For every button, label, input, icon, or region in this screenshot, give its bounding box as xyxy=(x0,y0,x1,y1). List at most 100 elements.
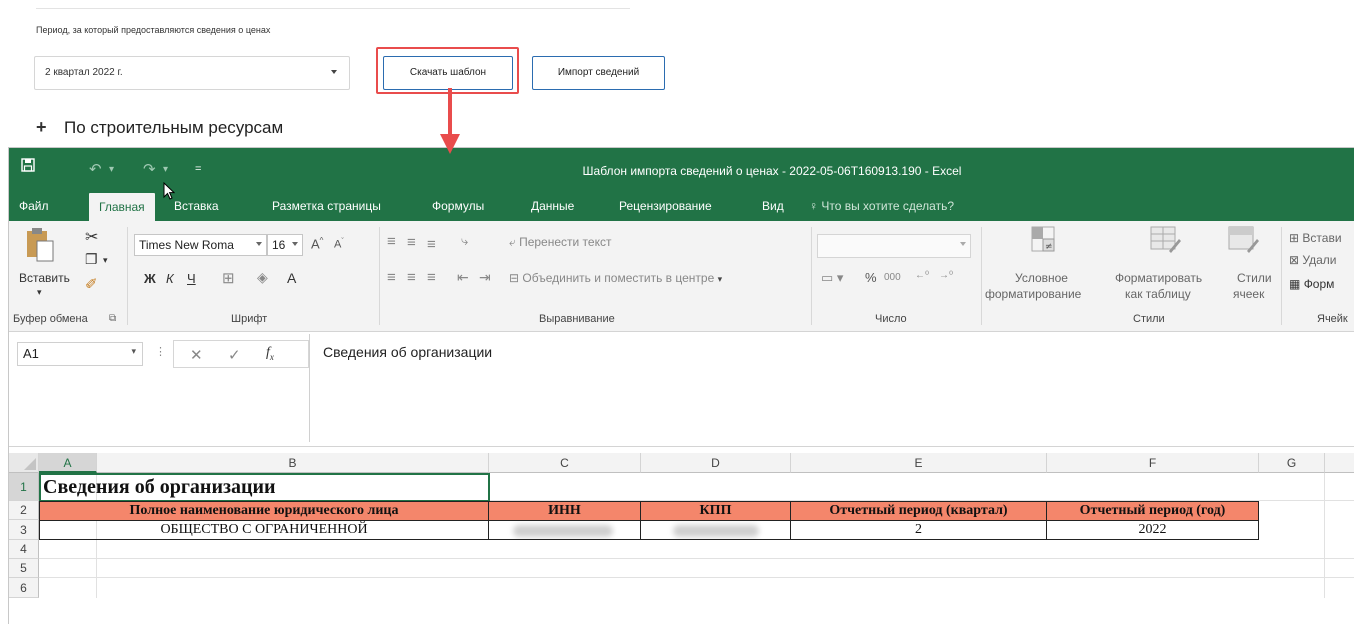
format-cells-icon: ▦ xyxy=(1289,277,1301,291)
tell-me-box[interactable]: ♀ Что вы хотите сделать? xyxy=(809,199,954,213)
format-as-table-icon[interactable] xyxy=(1149,225,1183,255)
header-full-name[interactable]: Полное наименование юридического лица xyxy=(39,501,489,521)
wrap-text-button[interactable]: ⤶ Перенести текст xyxy=(509,235,611,250)
borders-icon[interactable]: ⊞ xyxy=(222,269,235,287)
cancel-icon[interactable]: ✕ xyxy=(190,346,203,364)
align-top-icon[interactable]: ≡ xyxy=(387,233,396,250)
cell-styles-line1[interactable]: Стили xyxy=(1237,271,1272,285)
header-inn[interactable]: ИНН xyxy=(488,501,641,521)
dialog-launcher-icon[interactable]: ⧉ xyxy=(109,313,116,324)
font-size-value: 16 xyxy=(272,238,286,252)
font-size-select[interactable]: 16 xyxy=(267,234,303,256)
enter-icon[interactable]: ✓ xyxy=(228,346,241,364)
header-year[interactable]: Отчетный период (год) xyxy=(1046,501,1259,521)
spreadsheet-grid: A B C D E F G 1 2 3 4 5 6 Сведения об ор… xyxy=(9,453,1354,624)
tab-data[interactable]: Данные xyxy=(531,199,574,213)
merge-center-button[interactable]: ⊟ Объединить и поместить в центре ▾ xyxy=(509,271,722,285)
accounting-format-icon[interactable]: ▭ ▾ xyxy=(821,270,843,286)
name-box[interactable]: A1 ▾ xyxy=(17,342,143,366)
chevron-down-icon xyxy=(960,242,966,246)
header-quarter[interactable]: Отчетный период (квартал) xyxy=(790,501,1047,521)
column-header-next[interactable] xyxy=(1325,453,1354,473)
font-name-select[interactable]: Times New Roma xyxy=(134,234,267,256)
insert-cells-button[interactable]: ⊞ Встави xyxy=(1289,231,1342,245)
paste-button-label[interactable]: Вставить xyxy=(19,271,70,285)
tab-review[interactable]: Рецензирование xyxy=(619,199,712,213)
paste-icon[interactable] xyxy=(23,227,59,263)
insert-function-icon[interactable]: fx xyxy=(266,345,274,362)
period-label: Период, за который предоставляются сведе… xyxy=(36,25,271,35)
cell-year[interactable]: 2022 xyxy=(1046,520,1259,540)
row-header-3[interactable]: 3 xyxy=(9,520,39,540)
delete-cells-button[interactable]: ⊠ Удали xyxy=(1289,253,1336,267)
plus-icon[interactable]: + xyxy=(36,117,47,138)
formula-input[interactable]: Сведения об организации xyxy=(309,334,1354,442)
percent-style-icon[interactable]: % xyxy=(865,270,877,285)
cell-quarter[interactable]: 2 xyxy=(790,520,1047,540)
align-bottom-icon[interactable]: ≡ xyxy=(427,236,436,253)
cell-styles-line2[interactable]: ячеек xyxy=(1233,287,1264,301)
tab-view[interactable]: Вид xyxy=(762,199,784,213)
cut-icon[interactable]: ✂ xyxy=(85,227,98,247)
row-header-2[interactable]: 2 xyxy=(9,501,39,520)
chevron-down-icon[interactable]: ▾ xyxy=(131,346,136,357)
increase-indent-icon[interactable]: ⇥ xyxy=(479,269,491,286)
comma-style-icon[interactable]: 000 xyxy=(884,272,901,283)
format-as-table-line2[interactable]: как таблицу xyxy=(1125,287,1191,301)
period-select[interactable]: 2 квартал 2022 г. xyxy=(34,56,350,90)
column-header-f[interactable]: F xyxy=(1047,453,1259,473)
align-left-icon[interactable]: ≡ xyxy=(387,269,396,286)
decrease-indent-icon[interactable]: ⇤ xyxy=(457,269,469,286)
conditional-formatting-icon[interactable]: ≠ xyxy=(1029,225,1059,255)
grow-font-icon[interactable]: A^ xyxy=(311,236,323,251)
row-header-1[interactable]: 1 xyxy=(9,473,39,501)
number-format-select[interactable] xyxy=(817,234,971,258)
cell-styles-icon[interactable] xyxy=(1227,225,1261,255)
orientation-icon[interactable]: ⤷ xyxy=(461,233,468,249)
period-select-value: 2 квартал 2022 г. xyxy=(45,67,123,78)
cell-inn-redacted[interactable] xyxy=(488,520,641,540)
increase-decimal-icon[interactable]: ←⁰ xyxy=(915,270,929,281)
column-header-b[interactable]: B xyxy=(97,453,489,473)
tab-insert[interactable]: Вставка xyxy=(174,199,219,213)
row-header-4[interactable]: 4 xyxy=(9,540,39,559)
delete-cells-icon: ⊠ xyxy=(1289,253,1300,267)
column-header-g[interactable]: G xyxy=(1259,453,1325,473)
column-header-a[interactable]: A xyxy=(39,453,97,473)
align-center-icon[interactable]: ≡ xyxy=(407,269,416,286)
font-color-icon[interactable]: A xyxy=(287,270,296,286)
column-header-d[interactable]: D xyxy=(641,453,791,473)
red-arrow-icon xyxy=(440,88,460,154)
select-all-corner[interactable] xyxy=(9,453,39,473)
align-right-icon[interactable]: ≡ xyxy=(427,269,436,286)
decrease-decimal-icon[interactable]: →⁰ xyxy=(939,270,953,281)
format-cells-button[interactable]: ▦ Форм xyxy=(1289,277,1334,291)
paste-dropdown-icon[interactable]: ▾ xyxy=(37,287,42,298)
tab-formulas[interactable]: Формулы xyxy=(432,199,484,213)
shrink-font-icon[interactable]: Aˇ xyxy=(334,238,344,251)
bold-icon[interactable]: Ж xyxy=(144,271,156,286)
row-header-6[interactable]: 6 xyxy=(9,578,39,598)
align-middle-icon[interactable]: ≡ xyxy=(407,234,416,251)
header-kpp[interactable]: КПП xyxy=(640,501,791,521)
format-painter-icon[interactable]: ✐ xyxy=(85,275,98,293)
format-cells-label: Форм xyxy=(1303,277,1335,291)
conditional-formatting-line1[interactable]: Условное xyxy=(1015,271,1068,285)
column-header-e[interactable]: E xyxy=(791,453,1047,473)
row-header-5[interactable]: 5 xyxy=(9,559,39,578)
import-data-button[interactable]: Импорт сведений xyxy=(532,56,665,90)
italic-icon[interactable]: К xyxy=(166,271,174,286)
cell-kpp-redacted[interactable] xyxy=(640,520,791,540)
column-header-c[interactable]: C xyxy=(489,453,641,473)
copy-dropdown-icon[interactable]: ▾ xyxy=(103,255,108,266)
underline-icon[interactable]: Ч xyxy=(187,271,196,286)
tab-page-layout[interactable]: Разметка страницы xyxy=(272,199,381,213)
tab-home[interactable]: Главная xyxy=(89,193,155,221)
section-title[interactable]: По строительным ресурсам xyxy=(64,118,283,138)
copy-icon[interactable]: ❐ xyxy=(85,251,98,268)
cell-organization-name[interactable]: ОБЩЕСТВО С ОГРАНИЧЕННОЙ xyxy=(39,520,489,540)
conditional-formatting-line2[interactable]: форматирование xyxy=(985,287,1081,301)
format-as-table-line1[interactable]: Форматировать xyxy=(1115,271,1202,285)
tab-file[interactable]: Файл xyxy=(19,199,49,213)
fill-color-icon[interactable]: ◈ xyxy=(257,269,268,286)
